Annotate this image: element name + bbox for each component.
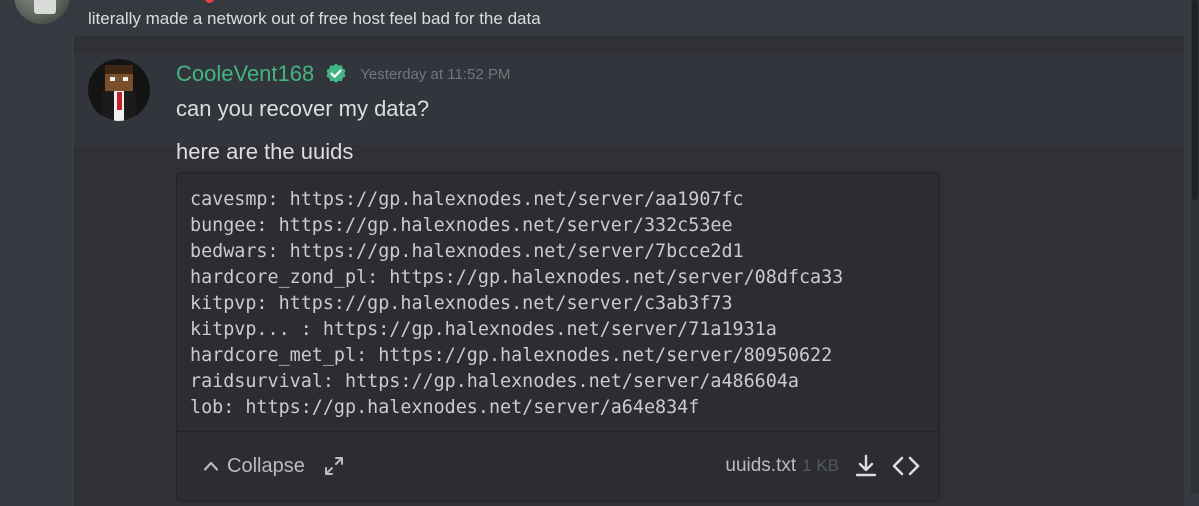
file-line: bedwars: https://gp.halexnodes.net/serve… <box>190 241 744 262</box>
author-username[interactable]: CooleVent168 <box>176 61 314 87</box>
file-line: bungee: https://gp.halexnodes.net/server… <box>190 215 733 236</box>
scrollbar-thumb[interactable] <box>1192 0 1198 200</box>
text-file-attachment: cavesmp: https://gp.halexnodes.net/serve… <box>176 172 940 502</box>
file-line: lob: https://gp.halexnodes.net/server/a6… <box>190 397 700 418</box>
download-icon[interactable] <box>853 453 879 479</box>
message-line: here are the uuids <box>176 139 354 164</box>
verified-badge-icon <box>326 63 346 83</box>
attachment-divider <box>177 431 939 432</box>
message-timestamp[interactable]: Yesterday at 11:52 PM <box>360 66 510 83</box>
previous-author-avatar[interactable] <box>14 0 70 24</box>
file-line: hardcore_zond_pl: https://gp.halexnodes.… <box>190 267 844 288</box>
collapse-label: Collapse <box>227 454 305 477</box>
file-size: 1 KB <box>802 456 839 475</box>
file-preview-content[interactable]: cavesmp: https://gp.halexnodes.net/serve… <box>177 173 939 421</box>
file-line: raidsurvival: https://gp.halexnodes.net/… <box>190 371 799 392</box>
scrollbar-track[interactable] <box>1191 0 1199 493</box>
file-line: kitpvp: https://gp.halexnodes.net/server… <box>190 293 733 314</box>
file-line: hardcore_met_pl: https://gp.halexnodes.n… <box>190 345 833 366</box>
file-line: cavesmp: https://gp.halexnodes.net/serve… <box>190 189 744 210</box>
expand-icon[interactable] <box>323 455 345 477</box>
author-avatar[interactable] <box>88 59 150 121</box>
notification-dot <box>205 0 214 3</box>
attachment-footer: Collapse uuids.txt 1 KB <box>177 443 939 489</box>
code-icon[interactable] <box>891 453 921 479</box>
file-line: kitpvp... : https://gp.halexnodes.net/se… <box>190 319 777 340</box>
file-name[interactable]: uuids.txt <box>725 455 796 477</box>
message-line: can you recover my data? <box>176 96 430 121</box>
collapse-button[interactable]: Collapse <box>203 455 305 478</box>
message-header: CooleVent168 Yesterday at 11:52 PM <box>176 60 510 88</box>
chevron-up-icon <box>203 461 219 471</box>
previous-message-text: literally made a network out of free hos… <box>88 9 541 28</box>
